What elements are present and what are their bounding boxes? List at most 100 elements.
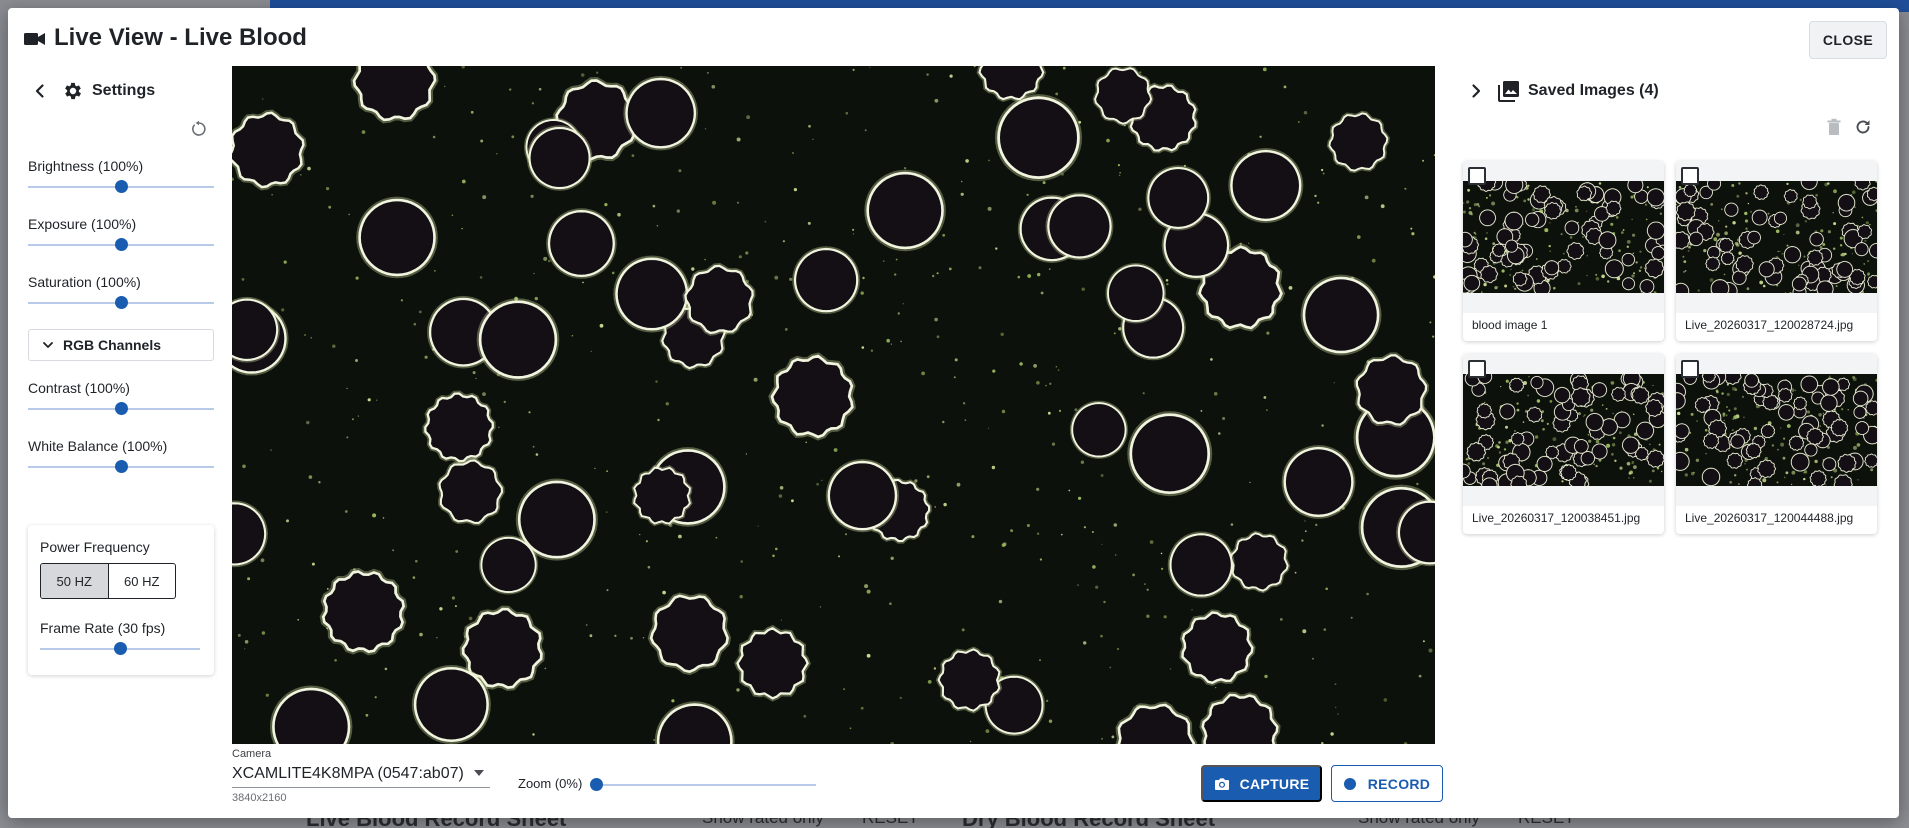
particle (611, 271, 615, 275)
particle (475, 377, 477, 380)
image-select-checkbox[interactable] (1468, 167, 1486, 185)
exposure-thumb[interactable] (115, 238, 128, 251)
particle (1804, 220, 1808, 223)
particle (1803, 472, 1805, 474)
record-button[interactable]: RECORD (1331, 765, 1443, 802)
blood-cell (1830, 419, 1848, 437)
particle (1764, 478, 1766, 480)
refresh-icon[interactable] (1854, 118, 1872, 136)
blood-cell (1745, 442, 1762, 459)
brightness-track[interactable] (28, 180, 214, 193)
chevron-right-icon[interactable] (1466, 81, 1486, 101)
saved-image-card[interactable]: Live_20260317_120028724.jpg (1676, 161, 1877, 341)
particle (1484, 401, 1486, 403)
frame-rate-track[interactable] (40, 642, 200, 655)
saved-image-thumbnail[interactable] (1676, 374, 1877, 486)
particle (805, 441, 807, 444)
particle (1728, 409, 1731, 412)
particle (964, 419, 967, 422)
particle (1532, 208, 1535, 212)
saved-image-card[interactable]: Live_20260317_120044488.jpg (1676, 354, 1877, 534)
close-button[interactable]: CLOSE (1809, 21, 1887, 59)
white-balance-slider: White Balance (100%) (28, 438, 214, 473)
particle (1652, 384, 1654, 387)
particle (496, 153, 498, 155)
saved-image-card[interactable]: blood image 1 (1463, 161, 1664, 341)
reset-icon[interactable] (190, 120, 208, 138)
particle (949, 74, 953, 78)
saved-image-card[interactable]: Live_20260317_120038451.jpg (1463, 354, 1664, 534)
capture-button[interactable]: CAPTURE (1201, 765, 1322, 802)
blood-cell (1676, 231, 1691, 250)
particle (1549, 222, 1551, 224)
exposure-track[interactable] (28, 238, 214, 251)
saved-image-thumbnail[interactable] (1463, 374, 1664, 486)
zoom-thumb[interactable] (590, 778, 603, 791)
particle (357, 415, 360, 417)
particle (451, 596, 455, 600)
frame-rate-thumb[interactable] (114, 642, 127, 655)
blood-cell (1730, 434, 1745, 449)
particle (1549, 400, 1553, 403)
trash-icon[interactable] (1826, 118, 1842, 136)
particle (1687, 250, 1690, 252)
particle (1322, 172, 1325, 175)
particle (606, 589, 609, 592)
blood-cell (358, 198, 436, 277)
particle (1611, 452, 1614, 456)
particle (655, 380, 658, 383)
camera-select[interactable]: XCAMLITE4K8MPA (0547:ab07) (232, 760, 490, 788)
particle (1619, 466, 1623, 470)
thumbnail-image (1463, 374, 1664, 486)
particle (1262, 67, 1267, 72)
contrast-track[interactable] (28, 402, 214, 415)
image-select-checkbox[interactable] (1681, 167, 1699, 185)
particle (1301, 539, 1304, 542)
particle (1364, 195, 1369, 200)
particle (1833, 189, 1837, 194)
saved-image-name: blood image 1 (1472, 318, 1548, 332)
particle (1682, 255, 1685, 258)
particle (1062, 66, 1066, 70)
blood-cell (1639, 279, 1655, 293)
particle (738, 255, 742, 259)
saturation-thumb[interactable] (115, 296, 128, 309)
image-select-checkbox[interactable] (1681, 360, 1699, 378)
white-balance-track[interactable] (28, 460, 214, 473)
hz-50-button[interactable]: 50 HZ (41, 564, 109, 598)
saved-image-thumbnail[interactable] (1676, 181, 1877, 293)
white-balance-thumb[interactable] (115, 460, 128, 473)
particle (532, 733, 535, 736)
settings-panel: Settings Brightness (100%) Exposure (100… (8, 66, 230, 818)
live-camera-view[interactable] (232, 66, 1435, 744)
blood-cell (1071, 402, 1127, 458)
chevron-left-icon[interactable] (30, 81, 50, 101)
particle (1598, 182, 1602, 185)
particle (1019, 362, 1023, 366)
rgb-channels-toggle[interactable]: RGB Channels (28, 329, 214, 361)
image-select-checkbox[interactable] (1468, 360, 1486, 378)
brightness-thumb[interactable] (115, 180, 128, 193)
particle (1357, 235, 1361, 239)
particle (653, 739, 655, 741)
saved-image-thumbnail[interactable] (1463, 181, 1664, 293)
blood-cell (1536, 455, 1553, 472)
settings-title: Settings (92, 82, 156, 99)
particle (757, 525, 759, 527)
zoom-track[interactable] (590, 778, 816, 791)
particle (351, 418, 354, 421)
particle (934, 98, 939, 103)
contrast-thumb[interactable] (115, 402, 128, 415)
particle (1574, 208, 1579, 213)
particle (1111, 735, 1115, 739)
particle (1659, 212, 1663, 215)
particle (1042, 181, 1046, 185)
hz-60-button[interactable]: 60 HZ (109, 564, 176, 598)
particle (1615, 216, 1619, 219)
particle (1118, 174, 1121, 177)
dialog-title-bar: Live View - Live Blood CLOSE (8, 8, 1899, 66)
particle (745, 251, 749, 255)
particle (860, 706, 864, 710)
particle (1514, 430, 1516, 432)
saturation-track[interactable] (28, 296, 214, 309)
